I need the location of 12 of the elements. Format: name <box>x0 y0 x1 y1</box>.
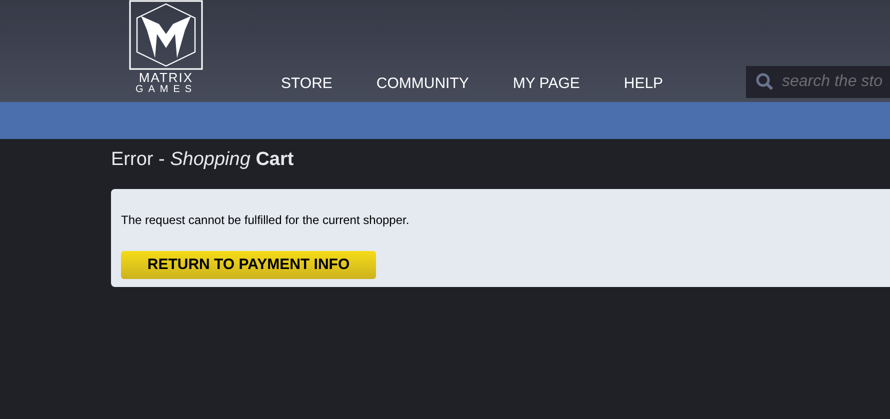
search-field[interactable]: search the sto <box>746 66 890 98</box>
nav-link[interactable]: STORE <box>281 72 332 95</box>
return-button[interactable]: RETURN TO PAYMENT INFO <box>121 251 376 279</box>
logo-text: MATRIX <box>138 72 194 84</box>
logo-icon <box>129 0 203 70</box>
nav-link[interactable]: COMMUNITY <box>376 72 469 95</box>
nav-link[interactable]: HELP <box>624 72 664 95</box>
search-icon <box>756 73 774 91</box>
logo-text: GAMES <box>135 84 197 95</box>
page-title: Error - Shopping Cart <box>111 149 295 171</box>
nav-link[interactable]: MY PAGE <box>512 72 580 95</box>
error-message: The request cannot be fulfilled for the current shopper. <box>121 212 410 229</box>
